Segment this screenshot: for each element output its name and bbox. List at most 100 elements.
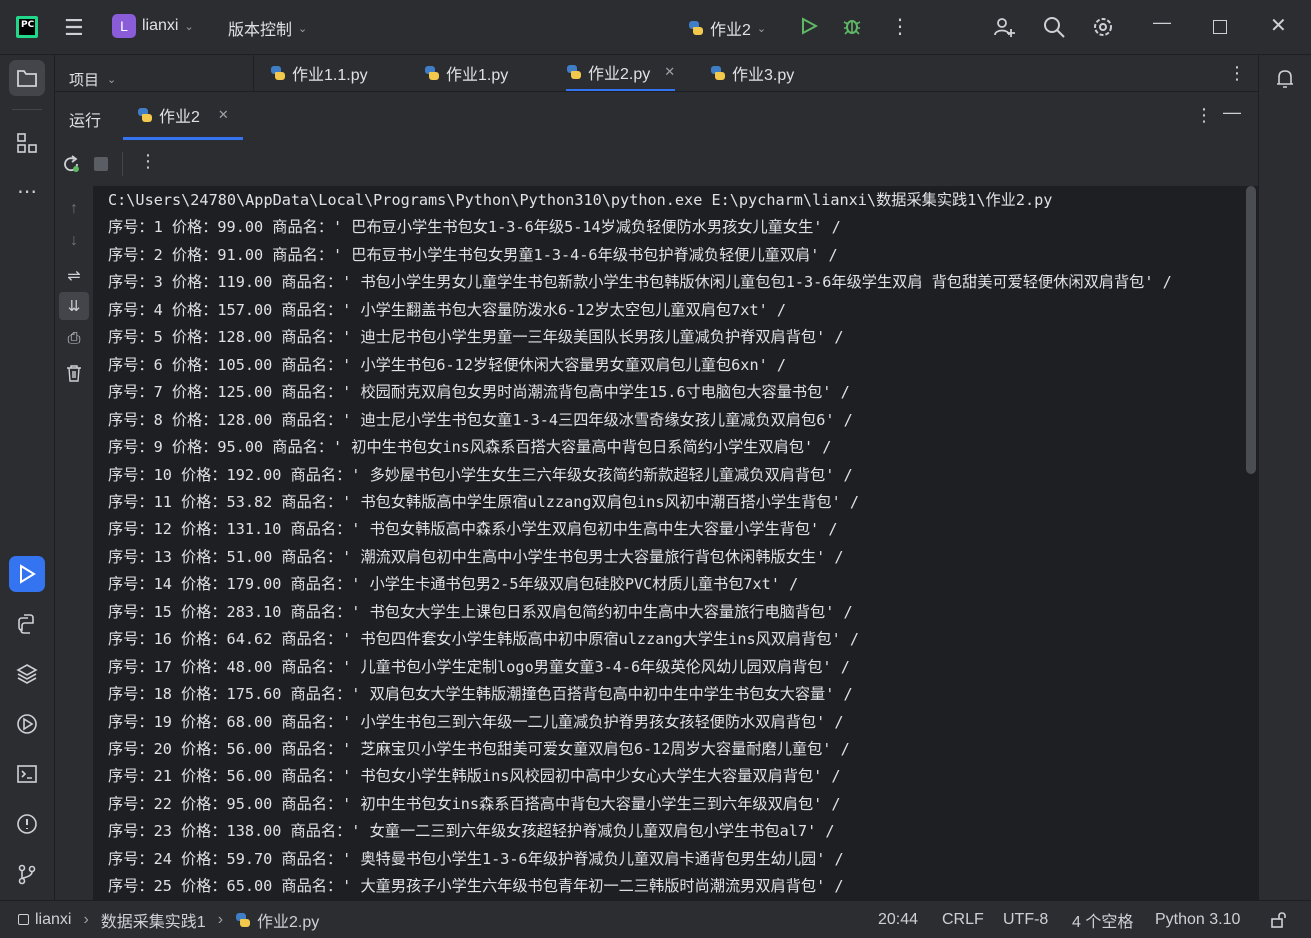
- minimize-icon[interactable]: —: [1153, 12, 1171, 33]
- console-output-line: 序号：8 价格：128.00 商品名：' 迪士尼小学生书包女童1-3-4三四年级…: [108, 410, 853, 429]
- project-switcher[interactable]: L lianxi ⌄: [112, 14, 194, 38]
- tab-close-icon[interactable]: ✕: [664, 64, 675, 80]
- python-icon: [235, 912, 251, 928]
- console-output-line: 序号：10 价格：192.00 商品名：' 多妙屋书包小学生女生三六年级女孩简约…: [108, 465, 853, 484]
- python-icon: [710, 65, 726, 81]
- file-lock-button[interactable]: [1270, 901, 1288, 938]
- debug-button[interactable]: [842, 16, 862, 36]
- print-icon[interactable]: ⎙: [66, 330, 82, 348]
- python-icon: [424, 65, 440, 81]
- chevron-down-icon: ⌄: [756, 22, 767, 35]
- console-output-line: 序号：16 价格：64.62 商品名：' 书包四件套女小学生韩版高中初中原宿ul…: [108, 630, 860, 649]
- console-output-line: 序号：1 价格：99.00 商品名：' 巴布豆小学生书包女1-3-6年级5-14…: [108, 218, 841, 237]
- console-output-line: 序号：19 价格：68.00 商品名：' 小学生书包三到六年级一二儿童减负护脊男…: [108, 712, 844, 731]
- scroll-down-icon[interactable]: ↓: [66, 232, 82, 250]
- console-output-line: 序号：5 价格：128.00 商品名：' 迪士尼书包小学生男童一三年级美国队长男…: [108, 328, 844, 347]
- tabs-more-icon[interactable]: ⋮: [1228, 55, 1246, 91]
- bell-icon: [1277, 70, 1293, 88]
- structure-icon: [17, 133, 37, 153]
- console-output-line: 序号：24 价格：59.70 商品名：' 奥特曼书包小学生1-3-6年级护脊减负…: [108, 849, 844, 868]
- vcs-menu[interactable]: 版本控制 ⌄: [228, 16, 307, 40]
- layers-icon: [16, 664, 38, 684]
- project-view-selector[interactable]: 项目 ⌄: [69, 69, 116, 90]
- hide-panel-icon[interactable]: —: [1223, 102, 1241, 123]
- caret-position[interactable]: 20:44: [878, 901, 918, 938]
- indent-setting[interactable]: 4 个空格: [1072, 901, 1133, 938]
- add-user-button[interactable]: [992, 15, 1016, 39]
- git-tool-button[interactable]: [9, 856, 45, 892]
- tab-label: 作业2.py: [588, 66, 651, 83]
- search-icon: [1044, 17, 1065, 38]
- tab-file-1[interactable]: 作业1.1.py: [270, 55, 368, 91]
- run-tab[interactable]: 作业2 ✕: [123, 92, 243, 140]
- breadcrumb-file[interactable]: 作业2.py: [257, 908, 319, 932]
- breadcrumb: lianxi › 数据采集实践1 › 作业2.py: [18, 901, 319, 938]
- run-tool-button[interactable]: [9, 556, 45, 592]
- maximize-button[interactable]: [1213, 20, 1227, 34]
- console-output-line: 序号：6 价格：105.00 商品名：' 小学生书包6-12岁轻便休闲大容量男女…: [108, 355, 787, 374]
- breadcrumb-folder[interactable]: 数据采集实践1: [101, 908, 206, 932]
- console-output-line: 序号：18 价格：175.60 商品名：' 双肩包女大学生韩版潮撞色百搭背包高中…: [108, 685, 853, 704]
- console-output-line: 序号：22 价格：95.00 商品名：' 初中生书包女ins森系百搭高中背包大容…: [108, 794, 841, 813]
- console-command-line: C:\Users\24780\AppData\Local\Programs\Py…: [108, 191, 1053, 209]
- more-tools-icon[interactable]: ⋯: [9, 173, 45, 209]
- pycharm-logo: PC: [16, 16, 38, 38]
- chevron-down-icon: ⌄: [298, 22, 308, 35]
- tab-label: 作业3.py: [732, 67, 795, 84]
- line-ending[interactable]: CRLF: [942, 901, 984, 938]
- breadcrumb-project[interactable]: lianxi: [35, 911, 71, 929]
- main-menu-icon[interactable]: ☰: [64, 15, 84, 41]
- run-config-label: 作业2: [710, 22, 751, 39]
- close-icon[interactable]: ✕: [1270, 13, 1287, 38]
- scroll-up-icon[interactable]: ↑: [66, 200, 82, 218]
- more-actions-icon[interactable]: ⋮: [890, 14, 910, 39]
- problems-tool-button[interactable]: [9, 806, 45, 842]
- chevron-down-icon: ⌄: [184, 20, 194, 33]
- console-scrollbar[interactable]: [1246, 186, 1256, 474]
- debug-bug-icon: [843, 20, 861, 35]
- terminal-tool-button[interactable]: [9, 756, 45, 792]
- run-config-selector[interactable]: 作业2 ⌄: [688, 16, 766, 40]
- tab-label: 作业1.1.py: [292, 67, 368, 84]
- console-output[interactable]: C:\Users\24780\AppData\Local\Programs\Py…: [94, 186, 1244, 900]
- title-bar: PC ☰ L lianxi ⌄ 版本控制 ⌄ 作业2 ⌄ ⋮ — ✕: [0, 0, 1311, 55]
- rerun-button[interactable]: [61, 154, 81, 178]
- tab-file-3[interactable]: 作业2.py ✕: [566, 55, 676, 91]
- python-interpreter[interactable]: Python 3.10: [1155, 901, 1240, 938]
- settings-button[interactable]: [1091, 15, 1115, 39]
- python-console-button[interactable]: [9, 606, 45, 642]
- tab-file-2[interactable]: 作业1.py: [424, 55, 508, 91]
- layers-tool-button[interactable]: [9, 656, 45, 692]
- folder-icon: [17, 70, 37, 87]
- structure-tool-button[interactable]: [9, 125, 45, 161]
- file-encoding[interactable]: UTF-8: [1003, 901, 1048, 938]
- console-output-line: 序号：9 价格：95.00 商品名：' 初中生书包女ins风森系百搭大容量高中背…: [108, 438, 832, 457]
- search-button[interactable]: [1042, 15, 1066, 39]
- vcs-label: 版本控制: [228, 22, 293, 39]
- chevron-right-icon: ›: [217, 910, 224, 928]
- close-icon[interactable]: ✕: [218, 107, 229, 123]
- console-output-line: 序号：7 价格：125.00 商品名：' 校园耐克双肩包女男时尚潮流背包高中学生…: [108, 383, 850, 402]
- services-icon: [17, 714, 37, 734]
- soft-wrap-icon[interactable]: ⇌: [66, 266, 82, 286]
- tab-file-4[interactable]: 作业3.py: [710, 55, 794, 91]
- scroll-to-end-icon[interactable]: ⇊: [59, 292, 89, 320]
- services-tool-button[interactable]: [9, 706, 45, 742]
- run-button[interactable]: [800, 17, 818, 35]
- more-options-icon[interactable]: ⋮: [1195, 105, 1213, 126]
- console-output-line: 序号：23 价格：138.00 商品名：' 女童一二三到六年级女孩超轻护脊减负儿…: [108, 822, 835, 841]
- notifications-button[interactable]: [1267, 61, 1303, 97]
- status-bar: lianxi › 数据采集实践1 › 作业2.py 20:44 CRLF UTF…: [0, 900, 1311, 938]
- stop-icon[interactable]: [94, 157, 108, 171]
- project-tool-button[interactable]: [9, 60, 45, 96]
- console-output-line: 序号：14 价格：179.00 商品名：' 小学生卡通书包男2-5年级双肩包硅胶…: [108, 575, 799, 594]
- python-console-icon: [18, 614, 34, 634]
- problems-icon: [17, 814, 37, 834]
- console-output-line: 序号：17 价格：48.00 商品名：' 儿童书包小学生定制logo男童女童3-…: [108, 657, 850, 676]
- console-output-line: 序号：25 价格：65.00 商品名：' 大童男孩子小学生六年级书包青年初一二三…: [108, 877, 844, 896]
- more-actions-icon[interactable]: ⋮: [139, 151, 157, 172]
- clear-console-button[interactable]: [66, 364, 82, 386]
- console-output-line: 序号：20 价格：56.00 商品名：' 芝麻宝贝小学生书包甜美可爱女童双肩包6…: [108, 740, 850, 758]
- run-panel-header: 运行 作业2 ✕ ⋮ —: [55, 92, 1258, 142]
- chevron-right-icon: ›: [83, 910, 89, 928]
